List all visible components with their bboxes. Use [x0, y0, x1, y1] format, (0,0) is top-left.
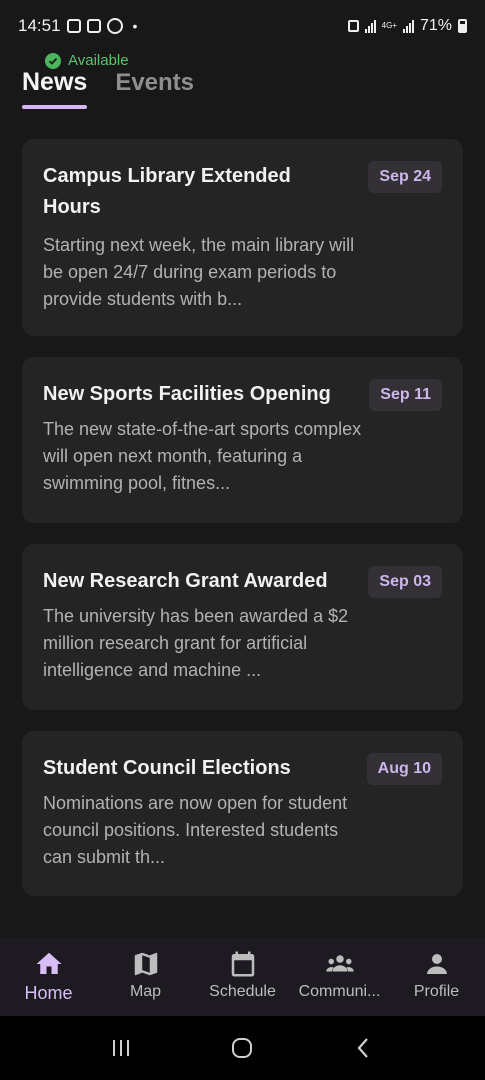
- news-date-badge: Sep 11: [369, 379, 442, 411]
- tab-events-label: Events: [115, 69, 195, 96]
- signal-icon: [364, 19, 376, 33]
- tab-bar: News Events: [22, 68, 194, 109]
- status-left: 14:51 •: [18, 16, 137, 36]
- home-button-icon[interactable]: [228, 1034, 256, 1062]
- active-tab-indicator: [22, 105, 88, 109]
- news-summary: The university has been awarded a $2 mil…: [43, 606, 349, 680]
- app-screen: 14:51 • 4G+ 71% Available News Events Ca…: [0, 0, 485, 1080]
- system-navigation-bar: [0, 1016, 485, 1080]
- news-summary: Starting next week, the main library wil…: [43, 235, 355, 309]
- news-card[interactable]: Campus Library Extended Hours Sep 24 Sta…: [22, 139, 463, 336]
- community-icon: [325, 955, 354, 972]
- news-date-badge: Sep 03: [368, 566, 442, 598]
- tab-events[interactable]: Events: [115, 69, 194, 107]
- back-icon[interactable]: [350, 1034, 378, 1062]
- tab-news-label: News: [22, 68, 88, 96]
- nav-profile-label: Profile: [413, 983, 460, 1000]
- profile-icon: [426, 954, 447, 974]
- battery-percentage: 71%: [419, 17, 452, 34]
- check-circle-icon: [45, 52, 61, 69]
- nav-community[interactable]: Communi...: [291, 938, 388, 1016]
- news-title: Campus Library Extended Hours: [43, 165, 291, 218]
- news-notification-icon: [86, 19, 101, 33]
- tab-news[interactable]: News: [22, 68, 88, 109]
- signal-icon-2: [402, 19, 414, 33]
- news-list: Campus Library Extended Hours Sep 24 Sta…: [22, 139, 463, 896]
- gallery-notification-icon: [66, 19, 81, 33]
- nav-community-label: Communi...: [298, 983, 381, 1000]
- nav-profile[interactable]: Profile: [388, 938, 485, 1016]
- nav-map[interactable]: Map: [97, 938, 194, 1016]
- nav-home[interactable]: Home: [0, 938, 97, 1016]
- status-time: 14:51: [18, 16, 61, 35]
- news-card[interactable]: New Research Grant Awarded Sep 03 The un…: [22, 544, 463, 710]
- nav-home-label: Home: [24, 983, 73, 1003]
- nav-map-label: Map: [129, 983, 162, 1000]
- calendar-icon: [231, 951, 254, 977]
- alarm-icon: [347, 20, 359, 32]
- news-summary: The new state-of-the-art sports complex …: [43, 419, 362, 493]
- news-summary: Nominations are now open for student cou…: [43, 793, 348, 867]
- nav-schedule-label: Schedule: [209, 983, 276, 1000]
- availability-label: Available: [68, 52, 129, 69]
- bottom-navigation: Home Map Schedule Communi... Profile: [0, 938, 485, 1016]
- recent-apps-icon[interactable]: [107, 1034, 135, 1062]
- news-card[interactable]: Student Council Elections Aug 10 Nominat…: [22, 731, 463, 896]
- news-title: New Research Grant Awarded: [43, 570, 328, 592]
- network-type-icon: 4G+: [381, 21, 397, 30]
- home-icon: [36, 952, 61, 974]
- whatsapp-notification-icon: [106, 18, 123, 34]
- nav-schedule[interactable]: Schedule: [194, 938, 291, 1016]
- news-date-badge: Aug 10: [366, 753, 442, 785]
- more-notifications-icon: •: [132, 18, 138, 34]
- battery-icon: [458, 19, 467, 33]
- status-bar: 14:51 • 4G+ 71%: [0, 0, 485, 52]
- news-title: New Sports Facilities Opening: [43, 383, 331, 405]
- news-date-badge: Sep 24: [368, 161, 442, 193]
- news-card[interactable]: New Sports Facilities Opening Sep 11 The…: [22, 357, 463, 523]
- map-icon: [134, 952, 157, 976]
- availability-status: Available: [45, 52, 129, 69]
- status-right: 4G+ 71%: [347, 17, 467, 35]
- news-title: Student Council Elections: [43, 757, 291, 779]
